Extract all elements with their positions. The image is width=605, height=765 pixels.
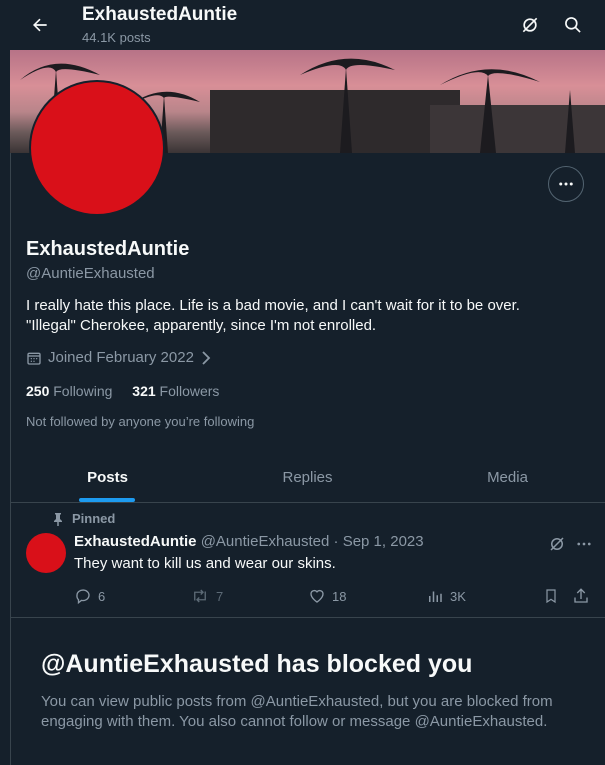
more-options-button[interactable]: [548, 166, 584, 202]
tab-posts[interactable]: Posts: [10, 452, 205, 502]
share-button[interactable]: [572, 587, 590, 605]
reply-icon: [76, 589, 90, 605]
post-text: They want to kill us and wear our skins.: [74, 555, 336, 572]
profile-bio: I really hate this place. Life is a bad …: [26, 296, 596, 336]
tab-media[interactable]: Media: [410, 452, 605, 502]
grok-icon: [550, 537, 564, 551]
following-link[interactable]: 250 Following: [26, 383, 112, 399]
arrow-left-icon: [33, 18, 47, 32]
pinned-label: Pinned: [52, 511, 115, 526]
grok-icon: [522, 17, 538, 33]
back-button[interactable]: [24, 9, 56, 41]
post-author-name[interactable]: ExhaustedAuntie: [74, 533, 197, 550]
header-display-name: ExhaustedAuntie: [82, 4, 238, 25]
post-author-handle[interactable]: @AuntieExhausted: [201, 533, 330, 550]
heart-icon: [310, 589, 324, 603]
following-label: Following: [53, 383, 113, 399]
post-grok-button[interactable]: [546, 533, 568, 555]
follow-stats: 250 Following 321 Followers: [26, 383, 219, 399]
blocked-title: @AuntieExhausted has blocked you: [41, 650, 473, 678]
post-header: ExhaustedAuntie @AuntieExhausted · Sep 1…: [74, 533, 424, 550]
blocked-message: You can view public posts from @AuntieEx…: [41, 693, 553, 730]
more-horizontal-icon: [559, 182, 573, 186]
avatar-red-circle: [31, 82, 163, 214]
bio-line: "Illegal" Cherokee, apparently, since I'…: [26, 317, 377, 334]
post-avatar[interactable]: [26, 533, 66, 573]
pinned-text: Pinned: [72, 511, 116, 526]
profile-column: ExhaustedAuntie 44.1K posts ExhaustedAun…: [10, 0, 605, 765]
post-separator: ·: [329, 533, 343, 550]
more-horizontal-icon: [577, 542, 591, 546]
profile-display-name: ExhaustedAuntie: [26, 238, 190, 260]
top-header: ExhaustedAuntie 44.1K posts: [10, 0, 605, 50]
profile-avatar[interactable]: [29, 80, 165, 216]
bio-line: I really hate this place. Life is a bad …: [26, 297, 520, 314]
section-divider: [10, 617, 605, 618]
calendar-icon: [27, 352, 41, 365]
repost-count: 7: [216, 588, 224, 604]
active-tab-indicator: [79, 498, 135, 502]
not-followed-note: Not followed by anyone you’re following: [26, 414, 255, 429]
grok-button[interactable]: [514, 9, 546, 41]
followers-count: 321: [132, 383, 156, 399]
joined-date[interactable]: Joined February 2022: [26, 349, 212, 366]
views-button[interactable]: 3K: [426, 587, 466, 605]
post-date[interactable]: Sep 1, 2023: [343, 533, 424, 550]
profile-tabs: Posts Replies Media: [10, 452, 605, 503]
pin-icon: [54, 512, 62, 526]
followers-label: Followers: [159, 383, 220, 399]
header-posts-count: 44.1K posts: [82, 30, 151, 45]
reply-button[interactable]: 6: [74, 587, 105, 605]
views-count: 3K: [450, 588, 466, 604]
views-chart-icon: [429, 591, 442, 602]
following-count: 250: [26, 383, 50, 399]
search-button[interactable]: [557, 9, 589, 41]
tab-replies[interactable]: Replies: [210, 452, 405, 502]
search-icon: [565, 17, 581, 33]
post-more-button[interactable]: [573, 533, 595, 555]
reply-count: 6: [98, 588, 106, 604]
share-icon: [574, 588, 588, 603]
profile-handle: @AuntieExhausted: [26, 265, 155, 282]
like-button[interactable]: 18: [308, 587, 346, 605]
chevron-right-icon: [202, 350, 211, 365]
repost-button[interactable]: 7: [190, 587, 223, 605]
repost-icon: [194, 589, 206, 603]
followers-link[interactable]: 321 Followers: [132, 383, 219, 399]
joined-text: Joined February 2022: [48, 349, 194, 366]
bookmark-button[interactable]: [543, 587, 559, 605]
bookmark-icon: [546, 589, 556, 604]
like-count: 18: [332, 588, 347, 604]
